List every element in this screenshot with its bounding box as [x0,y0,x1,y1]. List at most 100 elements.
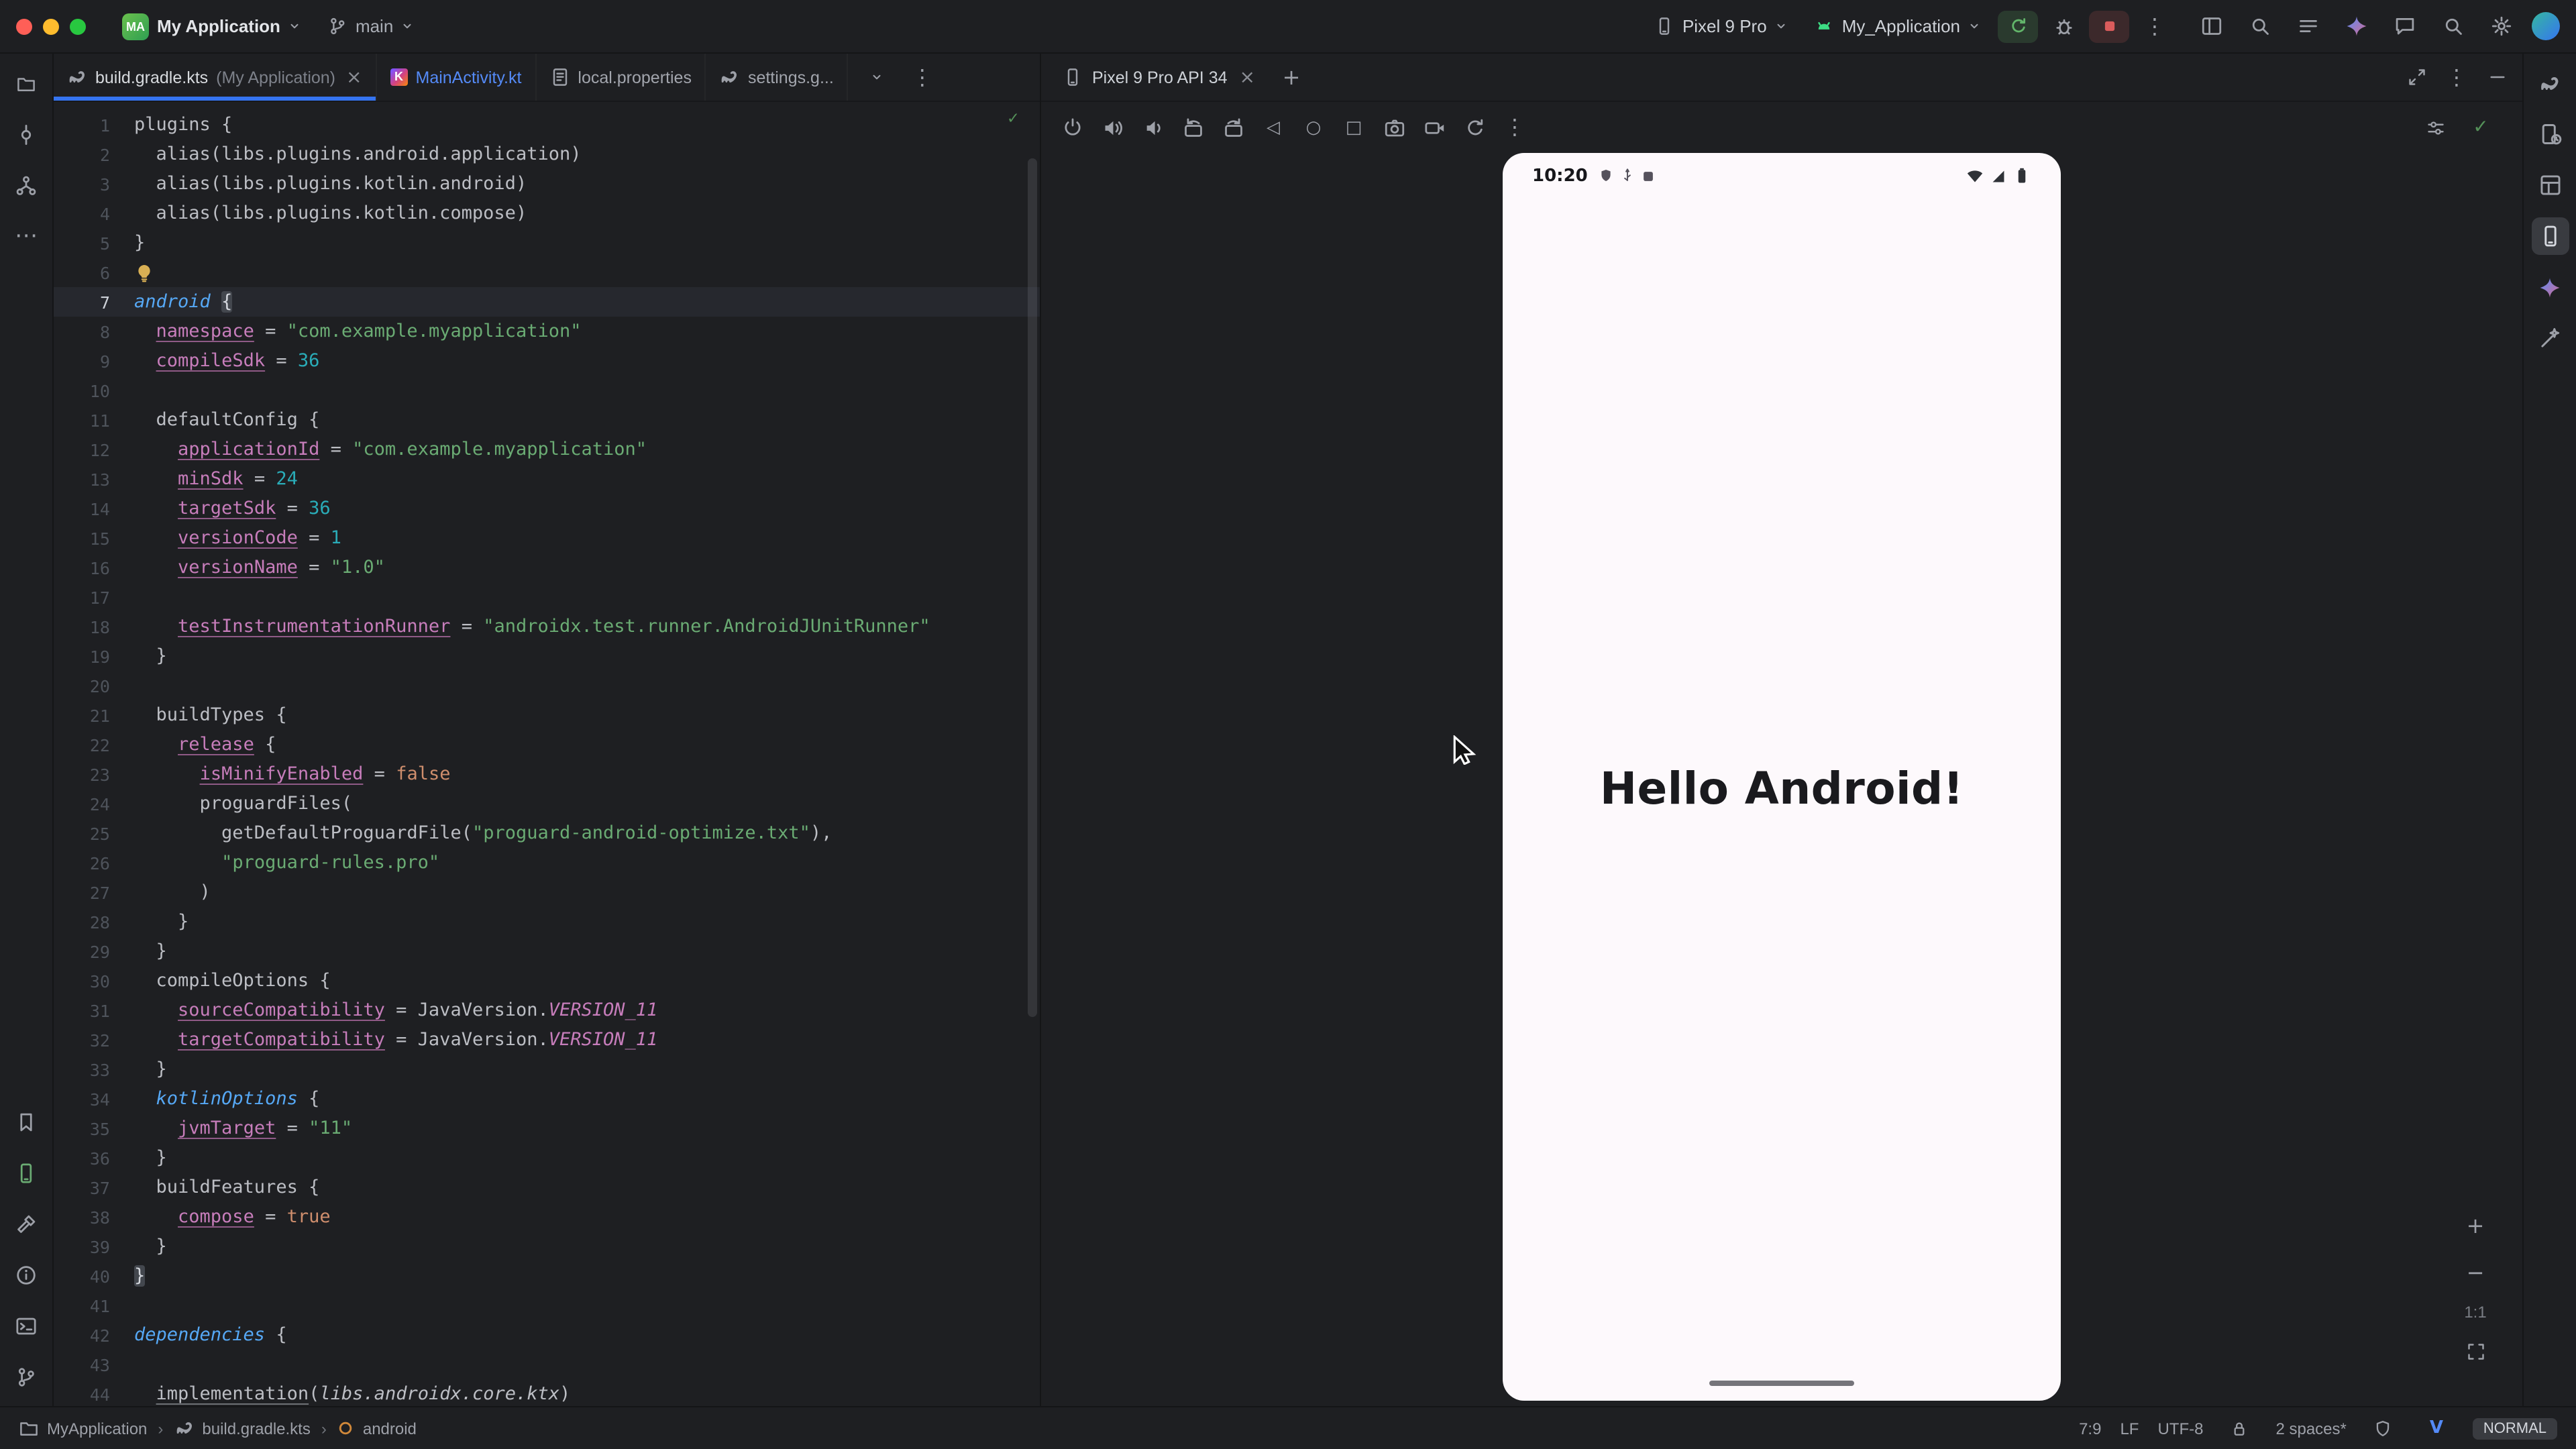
code-line-13[interactable]: 13 minSdk = 24 [54,464,1040,494]
editor-options-button[interactable]: ⋮ [905,60,940,95]
messages-icon[interactable] [2387,9,2422,44]
code-line-18[interactable]: 18 testInstrumentationRunner = "androidx… [54,612,1040,641]
device-explorer-icon[interactable] [7,1154,45,1191]
assistant-icon[interactable] [2531,319,2569,357]
volume-down-icon[interactable] [1135,110,1170,145]
editor-tab-settings.g...[interactable]: settings.g... [706,54,849,101]
code-line-19[interactable]: 19 } [54,641,1040,671]
code-line-5[interactable]: 5} [54,228,1040,258]
back-icon[interactable]: ◁ [1256,110,1291,145]
ui-settings-icon[interactable] [2418,110,2453,145]
power-icon[interactable] [1055,110,1089,145]
vcs-branch-selector[interactable]: main [318,11,423,42]
problems-icon[interactable] [7,1256,45,1293]
settings-icon[interactable] [2483,9,2518,44]
code-line-44[interactable]: 44 implementation(libs.androidx.core.ktx… [54,1379,1040,1406]
code-line-11[interactable]: 11 defaultConfig { [54,405,1040,435]
gemini-icon[interactable] [2339,9,2373,44]
code-line-9[interactable]: 9 compileSdk = 36 [54,346,1040,376]
tasks-icon[interactable] [2290,9,2325,44]
overview-icon[interactable]: □ [1336,110,1371,145]
editor-tab-build.gradle.kts[interactable]: build.gradle.kts (My Application)× [54,54,377,101]
code-line-23[interactable]: 23 isMinifyEnabled = false [54,759,1040,789]
window-minimize-button[interactable] [43,18,59,34]
stop-button[interactable] [2089,10,2129,42]
code-line-28[interactable]: 28 } [54,907,1040,936]
device-screen[interactable]: 10:20 Hello Android! [1503,153,2061,1401]
rotate-right-icon[interactable] [1216,110,1250,145]
panels-icon[interactable] [2194,9,2229,44]
bookmarks-icon[interactable] [7,1103,45,1140]
indent-indicator[interactable]: 2 spaces* [2275,1419,2346,1438]
check-icon[interactable]: ✓ [2463,110,2498,145]
window-close-button[interactable] [16,18,32,34]
code-line-15[interactable]: 15 versionCode = 1 [54,523,1040,553]
editor-body[interactable]: 1plugins {2 alias(libs.plugins.android.a… [54,102,1040,1406]
find-icon[interactable] [2242,9,2277,44]
run-configuration-selector[interactable]: My_Application [1805,11,1990,42]
code-line-1[interactable]: 1plugins { [54,110,1040,140]
code-line-35[interactable]: 35 jvmTarget = "11" [54,1114,1040,1143]
panel-options-button[interactable]: ⋮ [2439,60,2474,95]
code-line-34[interactable]: 34 kotlinOptions { [54,1084,1040,1114]
structure-icon[interactable] [7,166,45,204]
breadcrumb-MyApplication[interactable]: MyApplication [19,1418,147,1438]
code-line-20[interactable]: 20 [54,671,1040,700]
code-line-25[interactable]: 25 getDefaultProguardFile("proguard-andr… [54,818,1040,848]
project-folder-icon[interactable] [7,64,45,102]
code-line-37[interactable]: 37 buildFeatures { [54,1173,1040,1202]
inspections-ok-icon[interactable]: ✓ [1008,110,1018,127]
intention-bulb-icon[interactable] [134,262,154,282]
editor-tab-MainActivity.kt[interactable]: KMainActivity.kt [377,54,537,101]
volume-up-icon[interactable] [1095,110,1130,145]
code-line-26[interactable]: 26 "proguard-rules.pro" [54,848,1040,877]
terminal-icon[interactable] [7,1307,45,1344]
code-line-22[interactable]: 22 release { [54,730,1040,759]
code-line-40[interactable]: 40} [54,1261,1040,1291]
code-line-43[interactable]: 43 [54,1350,1040,1379]
code-line-31[interactable]: 31 sourceCompatibility = JavaVersion.VER… [54,996,1040,1025]
open-in-window-button[interactable] [2399,60,2434,95]
editor-scrollbar[interactable] [1028,158,1037,1017]
zoom-out-button[interactable]: − [2458,1256,2493,1291]
ideavim-icon[interactable]: V [2419,1411,2454,1446]
code-line-32[interactable]: 32 targetCompatibility = JavaVersion.VER… [54,1025,1040,1055]
build-icon[interactable] [7,1205,45,1242]
code-line-2[interactable]: 2 alias(libs.plugins.android.application… [54,140,1040,169]
kebab-icon[interactable]: ⋮ [1497,110,1532,145]
breadcrumb-android[interactable]: android [337,1419,417,1438]
code-line-7[interactable]: 7android { [54,287,1040,317]
code-line-30[interactable]: 30 compileOptions { [54,966,1040,996]
restart-icon[interactable] [1457,110,1492,145]
rotate-left-icon[interactable] [1175,110,1210,145]
code-line-21[interactable]: 21 buildTypes { [54,700,1040,730]
add-device-tab-button[interactable]: + [1274,60,1309,95]
code-line-27[interactable]: 27 ) [54,877,1040,907]
gemini-icon[interactable] [2531,268,2569,306]
editor-tab-local.properties[interactable]: local.properties [536,54,706,101]
code-line-38[interactable]: 38 compose = true [54,1202,1040,1232]
screen-record-icon[interactable] [1417,110,1452,145]
rerun-button[interactable] [1998,10,2038,42]
screenshot-icon[interactable] [1377,110,1411,145]
line-separator-indicator[interactable]: LF [2120,1419,2139,1438]
close-icon[interactable]: × [1240,68,1255,87]
zoom-in-button[interactable]: + [2458,1209,2493,1244]
more-run-actions-button[interactable]: ⋮ [2137,9,2172,44]
device-selector[interactable]: Pixel 9 Pro [1645,11,1796,42]
zoom-fit-button[interactable] [2458,1334,2493,1368]
code-line-17[interactable]: 17 [54,582,1040,612]
code-line-14[interactable]: 14 targetSdk = 36 [54,494,1040,523]
code-line-36[interactable]: 36 } [54,1143,1040,1173]
gradle-icon[interactable] [2531,64,2569,102]
debug-button[interactable] [2046,9,2081,44]
file-encoding-indicator[interactable]: UTF-8 [2157,1419,2203,1438]
user-avatar[interactable] [2532,12,2560,40]
gesture-handle[interactable] [1709,1381,1854,1386]
search-icon[interactable] [2435,9,2470,44]
close-icon[interactable]: × [346,68,362,87]
code-line-33[interactable]: 33 } [54,1055,1040,1084]
running-devices-icon[interactable] [2531,217,2569,255]
commit-icon[interactable] [7,115,45,153]
version-control-icon[interactable] [7,1358,45,1395]
